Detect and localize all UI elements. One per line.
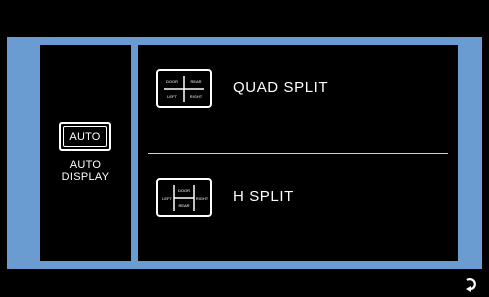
h-icon-left: LEFT xyxy=(162,196,172,201)
auto-caption-line1: AUTO xyxy=(69,159,102,171)
h-icon-right: RIGHT xyxy=(196,196,209,201)
quad-split-label: QUAD SPLIT xyxy=(233,79,329,96)
quad-icon-top-right: REAR xyxy=(190,79,201,84)
auto-button-label: AUTO xyxy=(63,126,107,147)
h-split-option[interactable]: LEFT DOOR REAR RIGHT H SPLIT xyxy=(138,178,458,238)
display-mode-frame: AUTO AUTO DISPLAY DOOR REAR LEFT RIGHT Q… xyxy=(7,37,482,269)
back-arrow-icon xyxy=(466,278,476,292)
quad-icon-top-left: DOOR xyxy=(166,79,178,84)
back-button[interactable] xyxy=(462,274,480,292)
top-bar xyxy=(0,0,489,37)
auto-display-caption: AUTO DISPLAY xyxy=(40,159,131,183)
quad-split-option[interactable]: DOOR REAR LEFT RIGHT QUAD SPLIT xyxy=(138,69,458,129)
quad-icon-bottom-left: LEFT xyxy=(167,94,177,99)
auto-display-panel[interactable]: AUTO AUTO DISPLAY xyxy=(40,45,131,261)
h-icon-center-bottom: REAR xyxy=(178,203,189,208)
h-split-icon: LEFT DOOR REAR RIGHT xyxy=(156,178,212,217)
auto-caption-line2: DISPLAY xyxy=(61,171,110,183)
h-split-label: H SPLIT xyxy=(233,188,294,205)
h-icon-center-top: DOOR xyxy=(178,188,190,193)
divider xyxy=(148,153,448,154)
auto-button[interactable]: AUTO xyxy=(59,122,111,151)
quad-icon-bottom-right: RIGHT xyxy=(190,94,203,99)
quad-split-icon: DOOR REAR LEFT RIGHT xyxy=(156,69,212,108)
split-options-panel: DOOR REAR LEFT RIGHT QUAD SPLIT LEFT DOO… xyxy=(138,45,458,261)
